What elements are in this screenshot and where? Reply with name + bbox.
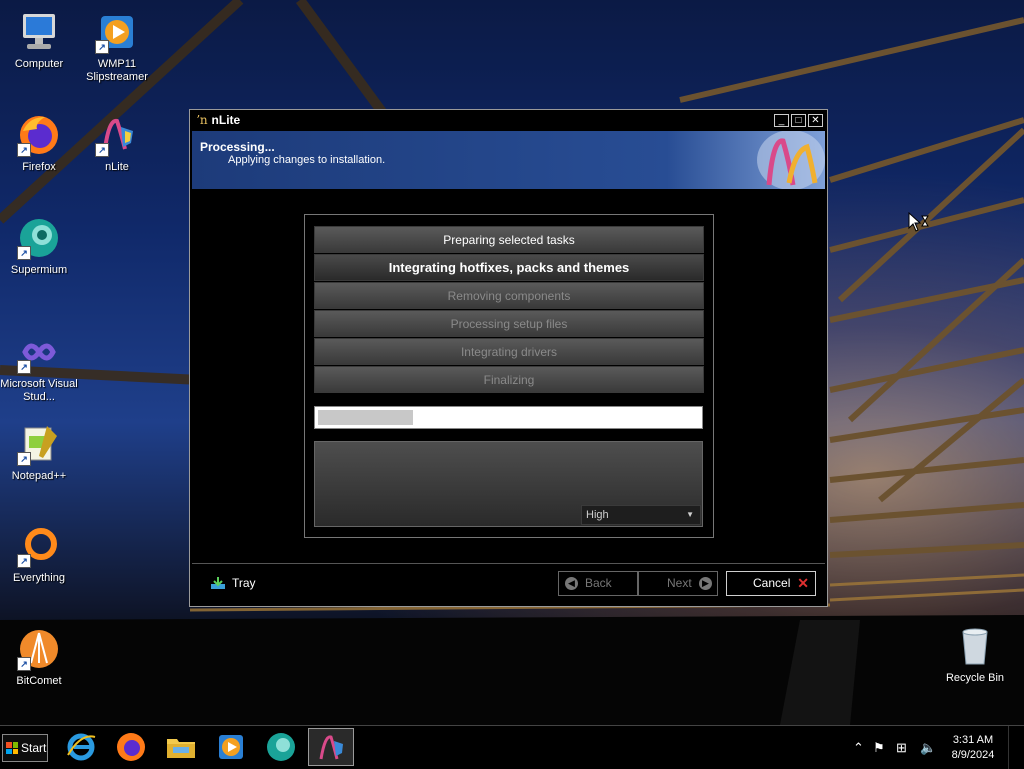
task-item: Finalizing [314,366,704,393]
show-hidden-icons-icon[interactable]: ⌃ [853,740,864,756]
desktop-icon-computer[interactable]: Computer [0,10,78,71]
next-label: Next [667,576,692,590]
visual-studio-icon: ↗ [17,330,61,374]
taskbar-ie[interactable] [58,728,104,766]
next-arrow-icon: ▶ [699,577,712,590]
back-arrow-icon: ◀ [565,577,578,590]
tray-label: Tray [232,576,256,590]
taskbar: Start ⌃ ⚑ ⊞ 🔈 3:31 AM 8/9/2024 [0,725,1024,769]
shortcut-arrow-icon: ↗ [17,657,31,671]
notepadpp-icon: ↗ [17,422,61,466]
busy-cursor-icon [908,212,929,232]
cancel-button[interactable]: Cancel ✕ [726,571,816,596]
task-item: Processing setup files [314,310,704,337]
log-box: High ▼ [314,441,703,527]
firefox-icon: ↗ [17,113,61,157]
internet-explorer-icon [67,733,96,761]
windows-flag-icon [6,742,18,754]
folder-icon [167,739,195,758]
start-button[interactable]: Start [2,734,48,762]
start-label: Start [21,741,47,755]
desktop-icon-bitcomet[interactable]: ↗ BitComet [0,627,78,688]
desktop-icon-visual-studio[interactable]: ↗ Microsoft Visual Stud... [0,330,78,404]
header-banner: Processing... Applying changes to instal… [192,131,825,189]
desktop-icon-notepadpp[interactable]: ↗ Notepad++ [0,422,78,483]
task-item: Removing components [314,282,704,309]
nlite-small-icon: ʼn [196,113,208,127]
media-player-icon: ↗ [95,10,139,54]
nlite-window: ʼn nLite _ □ ✕ Processing... Applying ch… [189,109,828,607]
shortcut-arrow-icon: ↗ [17,360,31,374]
network-icon[interactable]: ⊞ [896,740,907,756]
shortcut-arrow-icon: ↗ [17,143,31,157]
window-titlebar[interactable]: ʼn nLite _ □ ✕ [190,110,827,130]
desktop-icon-nlite[interactable]: ↗ nLite [78,113,156,174]
taskbar-explorer[interactable] [158,728,204,766]
computer-icon [17,10,61,54]
task-item: Integrating drivers [314,338,704,365]
maximize-button[interactable]: □ [791,113,806,127]
footer-divider [192,563,825,564]
taskbar-nlite[interactable] [308,728,354,766]
desktop-icon-recycle-bin[interactable]: Recycle Bin [936,624,1014,685]
cancel-label: Cancel [753,576,791,590]
supermium-icon: ↗ [17,216,61,260]
taskbar-media-player[interactable] [208,728,254,766]
nlite-logo-icon [757,131,825,189]
shortcut-arrow-icon: ↗ [17,452,31,466]
shortcut-arrow-icon: ↗ [95,40,109,54]
desktop-icon-everything[interactable]: ↗ Everything [0,524,78,585]
back-button[interactable]: ◀ Back [558,571,638,596]
taskbar-supermium[interactable] [258,728,304,766]
firefox-icon [117,733,145,761]
tasks-panel: Preparing selected tasks Integrating hot… [304,214,714,538]
show-desktop-button[interactable] [1008,726,1024,769]
banner-title: Processing... [200,140,275,154]
desktop-icon-wmp11-slipstreamer[interactable]: ↗ WMP11 Slipstreamer [78,10,156,84]
shortcut-arrow-icon: ↗ [17,554,31,568]
media-player-icon [219,735,243,759]
back-label: Back [585,576,612,590]
action-center-flag-icon[interactable]: ⚑ [873,740,885,756]
priority-value: High [586,509,609,521]
desktop-icon-supermium[interactable]: ↗ Supermium [0,216,78,277]
bitcomet-icon: ↗ [17,627,61,671]
shortcut-arrow-icon: ↗ [95,143,109,157]
window-title: nLite [211,113,241,127]
next-button[interactable]: Next ▶ [638,571,718,596]
supermium-icon [267,733,295,761]
banner-subtitle: Applying changes to installation. [228,154,386,166]
nlite-icon: ↗ [95,113,139,157]
shortcut-arrow-icon: ↗ [17,246,31,260]
close-button[interactable]: ✕ [808,113,823,127]
everything-icon: ↗ [17,524,61,568]
progress-fill [318,410,413,425]
task-item: Preparing selected tasks [314,226,704,253]
progress-bar [314,406,703,429]
recycle-bin-icon [953,624,997,668]
task-item-active: Integrating hotfixes, packs and themes [314,254,704,281]
taskbar-firefox[interactable] [108,728,154,766]
priority-dropdown[interactable]: High ▼ [581,505,701,525]
chevron-down-icon: ▼ [686,510,694,519]
tray-button[interactable]: Tray [210,576,256,590]
clock-time: 3:31 AM [952,734,994,746]
nlite-icon [319,735,343,760]
cancel-x-icon: ✕ [797,575,809,591]
volume-muted-icon[interactable]: 🔈 [920,740,936,756]
taskbar-clock[interactable]: 3:31 AM 8/9/2024 [945,733,1001,763]
clock-date: 8/9/2024 [951,749,995,761]
tray-download-icon [211,577,225,589]
minimize-button[interactable]: _ [774,113,789,127]
desktop-icon-firefox[interactable]: ↗ Firefox [0,113,78,174]
